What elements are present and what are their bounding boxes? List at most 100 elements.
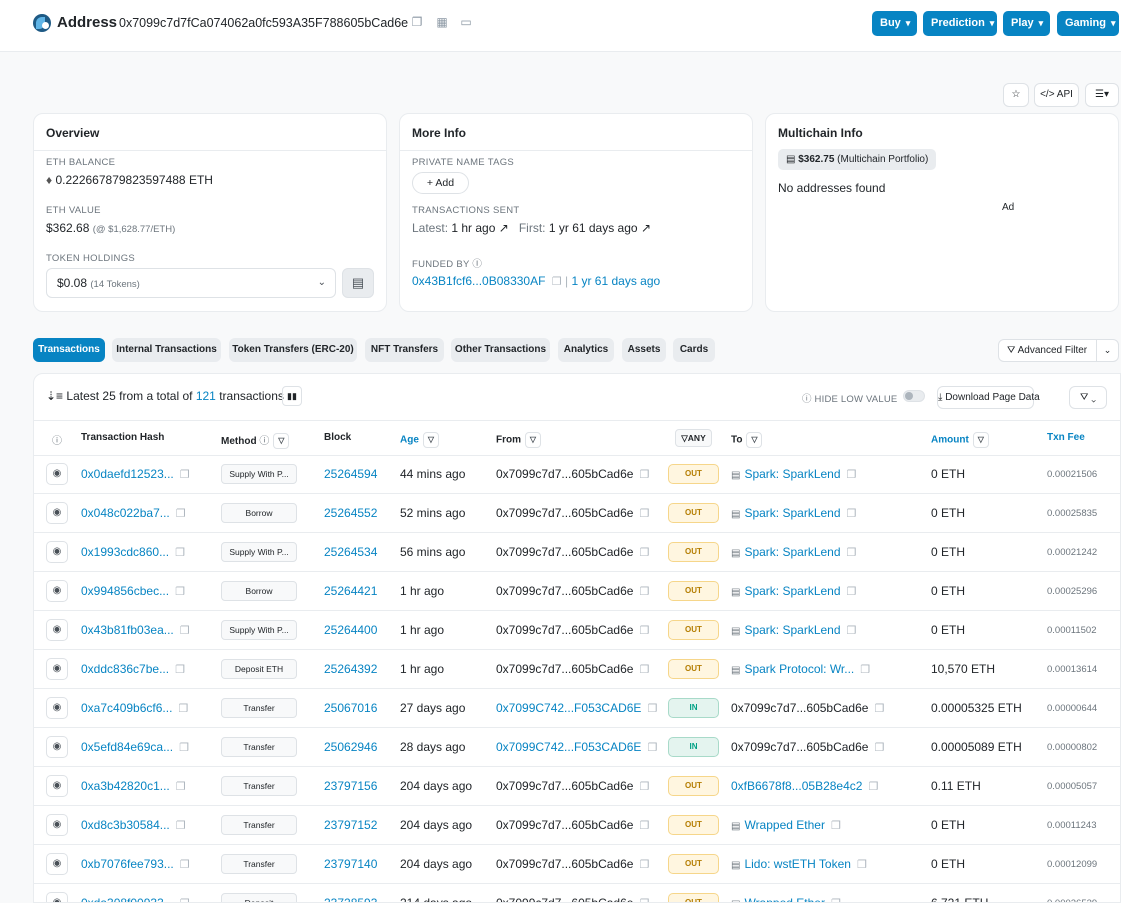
block-link[interactable]: 25264421 (324, 584, 377, 598)
tx-hash-link[interactable]: 0xa7c409b6cf6... (81, 701, 172, 715)
tx-hash-link[interactable]: 0x5efd84e69ca... (81, 740, 173, 754)
copy-icon[interactable]: ❐ (857, 859, 867, 871)
eye-icon[interactable]: ◉ (46, 892, 68, 902)
to-address[interactable]: Lido: wstETH Token (744, 857, 851, 871)
copy-icon[interactable]: ❐ (639, 508, 649, 520)
hide-low-value-toggle[interactable] (903, 390, 925, 402)
bar-chart-icon[interactable]: ▮▮ (282, 386, 302, 406)
filter-dropdown-button[interactable]: ⛛ ⌄ (1069, 386, 1107, 409)
copy-icon[interactable]: ❐ (639, 625, 649, 637)
copy-icon[interactable]: ❐ (831, 898, 841, 902)
tx-hash-link[interactable]: 0xd8c3b30584... (81, 818, 170, 832)
eye-icon[interactable]: ◉ (46, 619, 68, 641)
copy-icon[interactable]: ❐ (180, 898, 190, 902)
copy-icon[interactable]: ❐ (175, 664, 185, 676)
tab-nft-transfers[interactable]: NFT Transfers (365, 338, 444, 362)
eye-icon[interactable]: ◉ (46, 814, 68, 836)
copy-icon[interactable]: ❐ (847, 547, 857, 559)
api-button[interactable]: </> API (1034, 83, 1079, 107)
nav-prediction-button[interactable]: Prediction ▾ (923, 11, 997, 36)
eye-icon[interactable]: ◉ (46, 541, 68, 563)
copy-icon[interactable]: ❐ (180, 859, 190, 871)
star-icon[interactable]: ☆ (1003, 83, 1029, 107)
copy-icon[interactable]: ❐ (639, 820, 649, 832)
copy-icon[interactable]: ❐ (639, 547, 649, 559)
tx-hash-link[interactable]: 0x0daefd12523... (81, 467, 174, 481)
direction-filter[interactable]: ▽ANY (675, 429, 712, 447)
tx-hash-link[interactable]: 0xda308f00933... (81, 896, 174, 902)
copy-icon[interactable]: ❐ (180, 469, 190, 481)
from-address[interactable]: 0x7099C742...F053CAD6E (496, 701, 641, 715)
nav-buy-button[interactable]: Buy ▾ (872, 11, 917, 36)
wallet-icon[interactable]: ▤ (342, 268, 374, 298)
copy-icon[interactable]: ❐ (639, 781, 649, 793)
tx-hash-link[interactable]: 0xb7076fee793... (81, 857, 174, 871)
copy-icon[interactable]: ❐ (868, 781, 878, 793)
tab-analytics[interactable]: Analytics (558, 338, 614, 362)
block-link[interactable]: 25264594 (324, 467, 377, 481)
block-link[interactable]: 23728593 (324, 896, 377, 902)
copy-icon[interactable]: ❐ (647, 703, 657, 715)
to-address[interactable]: Spark Protocol: Wr... (744, 662, 854, 676)
copy-icon[interactable]: ❐ (176, 508, 186, 520)
tx-hash-link[interactable]: 0xa3b42820c1... (81, 779, 170, 793)
copy-icon[interactable]: ❐ (847, 469, 857, 481)
eye-icon[interactable]: ◉ (46, 463, 68, 485)
to-address[interactable]: Spark: SparkLend (744, 545, 840, 559)
funded-by-link[interactable]: 0x43B1fcf6...0B08330AF (412, 274, 545, 288)
to-address[interactable]: Wrapped Ether (744, 818, 825, 832)
block-link[interactable]: 25264534 (324, 545, 377, 559)
filter-icon[interactable]: ▽ (525, 432, 541, 448)
tab-transactions[interactable]: Transactions (33, 338, 105, 362)
block-link[interactable]: 25264400 (324, 623, 377, 637)
tab-token-transfers[interactable]: Token Transfers (ERC-20) (229, 338, 357, 362)
col-header-amount[interactable]: Amount ▽ (931, 432, 989, 448)
eye-icon[interactable]: ◉ (46, 853, 68, 875)
copy-icon[interactable]: ❐ (180, 625, 190, 637)
qr-code-icon[interactable]: ▦ (435, 15, 449, 29)
copy-icon[interactable]: ❐ (179, 742, 189, 754)
to-address[interactable]: Spark: SparkLend (744, 623, 840, 637)
chevron-down-icon[interactable]: ⌄ (1096, 340, 1118, 361)
eye-icon[interactable]: ◉ (46, 736, 68, 758)
to-address[interactable]: Spark: SparkLend (744, 467, 840, 481)
comment-icon[interactable]: ▭ (459, 15, 473, 29)
copy-icon[interactable]: ❐ (176, 781, 186, 793)
copy-icon[interactable]: ❐ (639, 664, 649, 676)
copy-icon[interactable]: ❐ (178, 703, 188, 715)
eye-icon[interactable]: ◉ (46, 658, 68, 680)
block-link[interactable]: 25264392 (324, 662, 377, 676)
external-arrow-icon[interactable]: ↗ (499, 221, 509, 235)
copy-icon[interactable]: ❐ (639, 859, 649, 871)
block-link[interactable]: 23797140 (324, 857, 377, 871)
copy-icon[interactable]: ❐ (639, 586, 649, 598)
eye-icon[interactable]: ◉ (46, 775, 68, 797)
external-arrow-icon[interactable]: ↗ (641, 221, 651, 235)
to-address[interactable]: Spark: SparkLend (744, 506, 840, 520)
copy-icon[interactable]: ❐ (639, 898, 649, 902)
copy-icon[interactable]: ❐ (175, 586, 185, 598)
eye-icon[interactable]: ◉ (46, 502, 68, 524)
copy-icon[interactable]: ❐ (860, 664, 870, 676)
copy-icon[interactable]: ❐ (831, 820, 841, 832)
to-address[interactable]: 0xfB6678f8...05B28e4c2 (731, 779, 862, 793)
summary-count[interactable]: 121 (196, 389, 216, 403)
multichain-portfolio-badge[interactable]: ▤ $362.75 (Multichain Portfolio) (778, 149, 937, 170)
tx-hash-link[interactable]: 0xddc836c7be... (81, 662, 169, 676)
col-header-fee[interactable]: Txn Fee (1047, 432, 1085, 443)
filter-icon[interactable]: ▽ (422, 432, 439, 448)
copy-icon[interactable]: ❐ (176, 820, 186, 832)
copy-icon[interactable]: ❐ (410, 15, 424, 29)
advanced-filter-button[interactable]: ⛛ Advanced Filter ⌄ (998, 339, 1119, 362)
copy-icon[interactable]: ❐ (847, 625, 857, 637)
block-link[interactable]: 25067016 (324, 701, 377, 715)
copy-icon[interactable]: ❐ (874, 703, 884, 715)
copy-icon[interactable]: ❐ (847, 586, 857, 598)
eye-icon[interactable]: ◉ (46, 697, 68, 719)
add-name-tag-button[interactable]: + Add (412, 172, 469, 194)
tx-hash-link[interactable]: 0x43b81fb03ea... (81, 623, 174, 637)
list-options-button[interactable]: ☰▾ (1085, 83, 1119, 107)
token-holdings-select[interactable]: $0.08 (14 Tokens) ⌄ (46, 268, 336, 298)
copy-icon[interactable]: ❐ (175, 547, 185, 559)
nav-play-button[interactable]: Play ▾ (1003, 11, 1050, 36)
